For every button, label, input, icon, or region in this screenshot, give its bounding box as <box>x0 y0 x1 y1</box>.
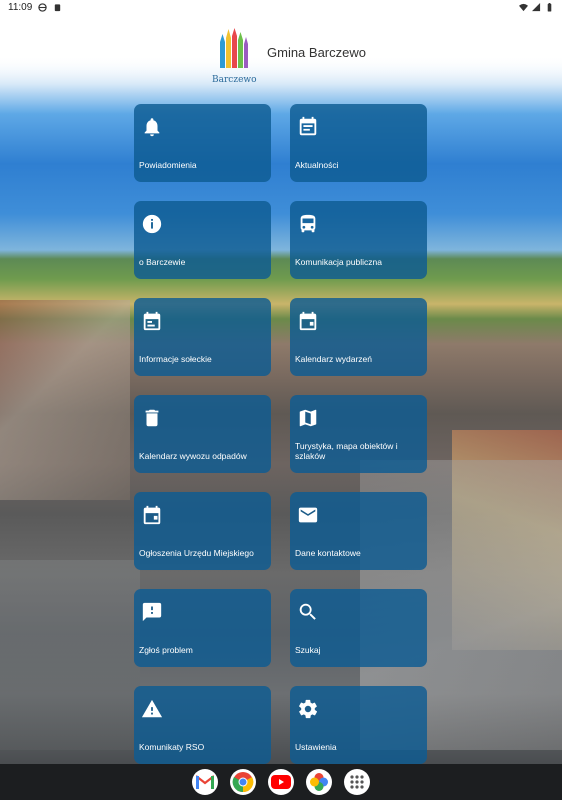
battery-icon <box>547 2 552 12</box>
tile-informacje-soleckie[interactable]: Informacje sołeckie <box>134 298 271 376</box>
tile-kalendarz-wydarzen[interactable]: Kalendarz wydarzeń <box>290 298 427 376</box>
barczewo-logo[interactable]: Barczewo <box>212 28 257 86</box>
logo-castle-icon <box>220 28 248 68</box>
calendar-icon <box>143 311 161 331</box>
tile-zglos-problem[interactable]: Zgłoś problem <box>134 589 271 667</box>
mail-icon <box>298 507 318 523</box>
app-title: Gmina Barczewo <box>267 45 366 60</box>
youtube-icon <box>271 775 291 789</box>
background-houses-left <box>0 300 130 500</box>
tile-komunikacja-publiczna[interactable]: Komunikacja publiczna <box>290 201 427 279</box>
vpn-icon <box>38 2 47 12</box>
tile-label: Ustawienia <box>295 742 337 752</box>
tile-aktualnosci[interactable]: Aktualności <box>290 104 427 182</box>
gmail-app[interactable] <box>192 769 218 795</box>
calendar-event-icon <box>143 505 161 525</box>
tile-turystyka[interactable]: Turystyka, mapa obiektów i szlaków <box>290 395 427 473</box>
tile-label: Dane kontaktowe <box>295 548 361 558</box>
logo-text: Barczewo <box>212 75 257 85</box>
news-icon <box>299 116 317 136</box>
calendar-event-icon <box>299 311 317 331</box>
tile-ogloszenia-urzedu[interactable]: Ogłoszenia Urzędu Miejskiego <box>134 492 271 570</box>
app-dock <box>0 764 562 800</box>
tile-label: Kalendarz wydarzeń <box>295 354 373 364</box>
app-drawer[interactable] <box>344 769 370 795</box>
tile-szukaj[interactable]: Szukaj <box>290 589 427 667</box>
tile-o-barczewie[interactable]: o Barczewie <box>134 201 271 279</box>
tile-label: Ogłoszenia Urzędu Miejskiego <box>139 548 254 558</box>
clipboard-icon <box>55 3 61 11</box>
tile-powiadomienia[interactable]: Powiadomienia <box>134 104 271 182</box>
info-icon <box>142 214 162 234</box>
tile-label: Kalendarz wywozu odpadów <box>139 451 247 461</box>
photos-app[interactable] <box>306 769 332 795</box>
tile-ustawienia[interactable]: Ustawienia <box>290 686 427 764</box>
app-header: Barczewo Gmina Barczewo <box>0 14 562 86</box>
tile-label: Szukaj <box>295 645 321 655</box>
background-parking-lot <box>0 560 140 750</box>
tile-label: Komunikacja publiczna <box>295 257 382 267</box>
bus-icon <box>300 214 316 233</box>
trash-icon <box>145 409 159 427</box>
status-bar: 11:09 <box>0 0 562 14</box>
app-drawer-icon <box>350 775 364 789</box>
tile-label: Aktualności <box>295 160 339 170</box>
warning-icon <box>141 699 163 718</box>
tile-label: Turystyka, mapa obiektów i szlaków <box>295 441 398 461</box>
bell-icon <box>144 118 160 137</box>
status-time: 11:09 <box>8 1 33 13</box>
signal-icon <box>532 2 541 11</box>
photos-icon <box>310 773 328 791</box>
youtube-app[interactable] <box>268 769 294 795</box>
tile-dane-kontaktowe[interactable]: Dane kontaktowe <box>290 492 427 570</box>
gear-icon <box>299 699 318 719</box>
map-icon <box>299 409 317 427</box>
tile-label: Informacje sołeckie <box>139 354 212 364</box>
tile-label: Zgłoś problem <box>139 645 193 655</box>
tile-label: Komunikaty RSO <box>139 742 205 752</box>
chrome-icon <box>232 772 254 793</box>
chrome-app[interactable] <box>230 769 256 795</box>
tile-komunikaty-rso[interactable]: Komunikaty RSO <box>134 686 271 764</box>
search-icon <box>299 603 316 620</box>
report-icon <box>142 602 162 622</box>
wifi-icon <box>519 3 528 11</box>
gmail-icon <box>196 775 214 789</box>
tile-kalendarz-wywozu-odpadow[interactable]: Kalendarz wywozu odpadów <box>134 395 271 473</box>
tile-label: o Barczewie <box>139 257 186 267</box>
tile-label: Powiadomienia <box>139 160 197 170</box>
